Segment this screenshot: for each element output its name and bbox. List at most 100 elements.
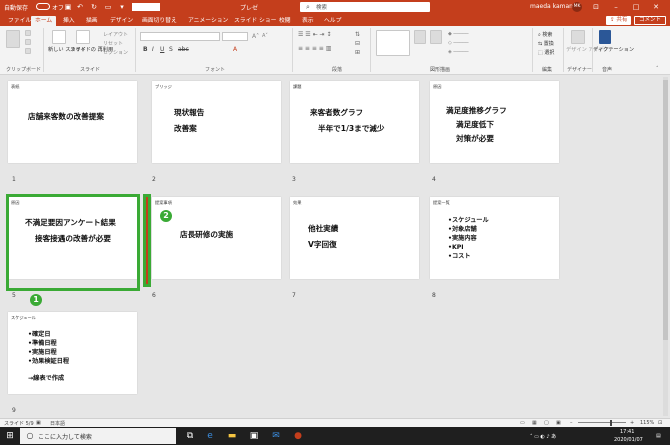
save-icon[interactable]: ▣ [64,3,72,11]
select-button[interactable]: ⬚ 選択 [538,49,554,56]
paste-icon[interactable] [6,30,20,48]
tab-insert[interactable]: 挿入 [59,16,79,26]
quick-styles-icon[interactable] [430,30,442,44]
reset-button[interactable]: リセット [103,40,123,47]
shrink-font-icon[interactable]: A˅ [262,33,268,39]
dictate-label[interactable]: ディクテーション [593,46,634,53]
maximize-icon[interactable]: □ [632,3,640,11]
taskbar-search[interactable]: ○ ここに入力して検索 [20,428,176,444]
slide-thumbnail-8[interactable]: 提案一覧 •スケジュール •対象店舗 •実施内容 •KPI •コスト [430,197,559,279]
design-ideas-label[interactable]: デザイン アイデア [566,46,609,53]
tab-draw[interactable]: 描画 [82,16,102,26]
tab-transitions[interactable]: 画面切り替え [138,16,181,26]
replace-button[interactable]: ⇆ 置換 [538,40,554,47]
shape-outline-icon[interactable]: ◇ ───── [448,40,469,46]
collapse-ribbon-icon[interactable]: ˄ [656,66,659,72]
language[interactable]: 日本語 [50,420,65,427]
normal-view-icon[interactable]: ▭ [520,420,525,426]
comment-label: コメント [639,17,662,23]
tray-icons[interactable]: ˄ ▭ ◐ ♪ あ [530,433,556,440]
align-icon[interactable]: ≡ ≡ ≡ ≡ ▥ [298,45,331,52]
zoom-in-icon[interactable]: + [630,420,634,426]
task-view-icon[interactable]: ⧉ [184,430,196,442]
find-button[interactable]: ⌕ 検索 [538,31,552,38]
reading-view-icon[interactable]: ▢ [544,420,549,426]
windows-start-icon[interactable]: ⊞ [4,430,16,442]
shape-effects-icon[interactable]: ◈ ───── [448,49,469,55]
tab-design[interactable]: デザイン [106,16,137,26]
clock-time[interactable]: 17:41 [620,429,634,435]
tab-review[interactable]: 校閲 [275,16,295,26]
layout-button[interactable]: レイアウト [103,31,128,38]
bullets-icon[interactable]: ☰ ☰ ⇤ ⇥ ↕ [298,31,331,38]
italic-icon[interactable]: I [152,46,154,53]
section-button[interactable]: セクション [103,49,128,56]
reuse-slides-label[interactable]: スライドの 再利用 [70,46,113,53]
copy-icon[interactable] [25,39,31,45]
smartart-icon[interactable]: ⊞ [355,49,360,56]
avatar[interactable]: MK [572,2,582,12]
customize-icon[interactable]: ▾ [118,3,126,11]
bold-icon[interactable]: B [143,46,148,53]
search-input[interactable]: ⌕ 検索 [300,2,430,12]
shadow-icon[interactable]: S [169,46,173,53]
microphone-icon[interactable] [599,30,611,44]
font-name-dropdown[interactable] [140,32,220,41]
slide-text: •コスト [448,253,471,260]
mail-icon[interactable]: ✉ [270,430,282,442]
shape-fill-icon[interactable]: ◆ ───── [448,31,469,37]
font-color-icon[interactable]: A [233,46,237,53]
zoom-level[interactable]: 115% [640,420,654,426]
minimize-icon[interactable]: – [612,3,620,11]
tab-view[interactable]: 表示 [298,16,318,26]
slide-thumbnail-4[interactable]: 原因 満足度推移グラフ 満足度低下 対策が必要 [430,81,559,163]
new-slide-icon[interactable] [52,30,66,44]
design-ideas-icon[interactable] [571,30,585,44]
explorer-icon[interactable]: ▬ [226,430,238,442]
slide-thumbnail-7[interactable]: 効果 他社実績 V字回復 [290,197,419,279]
zoom-slider[interactable] [578,422,626,423]
strikethrough-icon[interactable]: abc [178,46,189,53]
align-text-icon[interactable]: ⊟ [355,40,360,47]
store-icon[interactable]: ▣ [248,430,260,442]
font-size-dropdown[interactable] [222,32,248,41]
slide-thumbnail-9[interactable]: スケジュール •確定日 •準備日程 •実施日程 •効果検証日程 →線表で作成 [8,312,137,394]
text-direction-icon[interactable]: ⇅ [355,31,360,38]
slideshow-icon[interactable]: ▭ [104,3,112,11]
tab-slideshow[interactable]: スライド ショー [230,16,280,26]
fit-slide-icon[interactable]: ⊡ [658,420,662,426]
close-icon[interactable]: ✕ [652,3,660,11]
slide-thumbnail-3[interactable]: 課題 来客者数グラフ 半年で1/3まで減少 [290,81,419,163]
zoom-slider-thumb[interactable] [610,420,612,426]
underline-icon[interactable]: U [160,46,164,53]
tab-home[interactable]: ホーム [31,16,57,26]
slide-thumbnail-6[interactable]: 提案事項 店長研修の実施 [152,197,281,279]
shapes-gallery[interactable] [376,30,410,56]
zoom-out-icon[interactable]: – [570,420,573,426]
redo-icon[interactable]: ↻ [90,3,98,11]
new-slide-label[interactable]: 新しい スライド [48,46,86,53]
share-button[interactable]: ⇪ 共有 [606,16,632,25]
ribbon-display-icon[interactable]: ⊡ [592,3,600,11]
sorter-view-icon[interactable]: ▦ [532,420,537,426]
grow-font-icon[interactable]: A˄ [252,33,259,40]
clock-date[interactable]: 2020/01/07 [614,437,643,443]
notifications-icon[interactable]: ▤ [656,433,661,439]
autosave-toggle[interactable] [36,3,50,10]
powerpoint-icon[interactable]: ● [292,430,304,442]
slideshow-view-icon[interactable]: ▣ [556,420,561,426]
tab-animations[interactable]: アニメーション [184,16,232,26]
spellcheck-icon[interactable]: ▣ [36,420,41,426]
undo-icon[interactable]: ↶ [76,3,84,11]
quick-access-field[interactable] [132,3,160,11]
slide-thumbnail-1[interactable]: 表紙 店舗来客数の改善提案 [8,81,137,163]
slide-thumbnail-2[interactable]: ブリッジ 現状報告 改善案 [152,81,281,163]
reuse-slides-icon[interactable] [76,30,90,44]
scrollbar-thumb[interactable] [663,80,668,340]
format-painter-icon[interactable] [25,48,31,54]
cut-icon[interactable] [25,30,31,36]
comment-button[interactable]: コメント [634,16,667,25]
edge-icon[interactable]: e [204,430,216,442]
arrange-icon[interactable] [414,30,426,44]
tab-help[interactable]: ヘルプ [320,16,345,26]
